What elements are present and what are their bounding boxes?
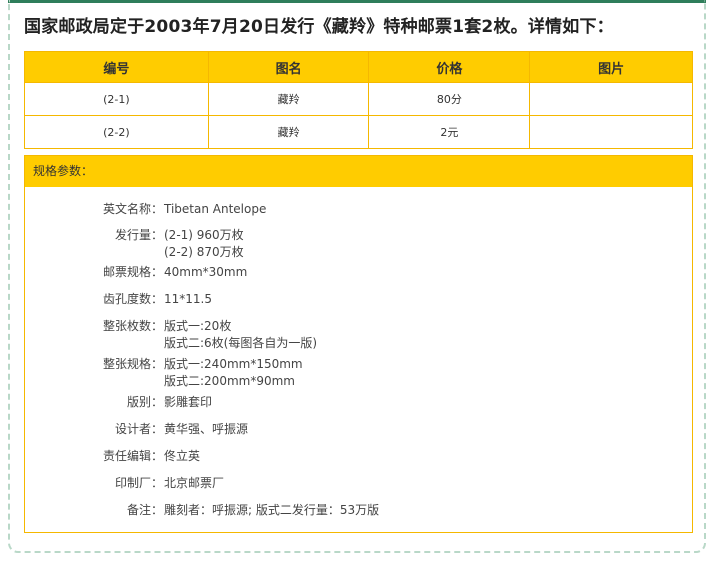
cell-price: 80分 [368,82,531,116]
spec-value: 影雕套印 [164,394,212,411]
col-header-number: 编号 [24,51,209,83]
spec-value: 佟立英 [164,448,200,465]
spec-value-line: 佟立英 [164,449,201,463]
cell-name: 藏羚 [207,82,370,116]
spec-value-line: 11*11.5 [164,292,212,306]
spec-label: 版别： [126,395,163,409]
spec-value-line: 影雕套印 [164,395,213,409]
spec-value-line: 北京邮票厂 [164,476,225,490]
spec-panel-title: 规格参数： [25,156,692,187]
spec-label: 整张枚数： [102,319,163,333]
spec-value: 版式一:240mm*150mm 版式二:200mm*90mm [164,356,303,390]
cell-name: 藏羚 [207,115,370,149]
spec-label: 发行量： [114,228,163,242]
spec-value: 版式一:20枚 版式二:6枚(每图各自为一版) [164,318,317,352]
spec-label: 英文名称： [102,202,163,216]
spec-panel: 规格参数： 英文名称： Tibetan Antelope 发行量： (2-1) … [24,155,693,533]
spec-value: 11*11.5 [164,291,212,308]
col-header-image: 图片 [529,51,693,83]
spec-value-line: 版式一:20枚 [164,319,232,333]
spec-value: 黄华强、呼振源 [164,421,248,438]
page-headline: 国家邮政局定于2003年7月20日发行《藏羚》特种邮票1套2枚。详情如下： [24,17,614,37]
table-row: (2-1) 藏羚 80分 [24,82,693,116]
col-header-price: 价格 [368,51,531,83]
spec-value-line: 雕刻者：呼振源; 版式二发行量：53万版 [164,503,380,517]
spec-value: 雕刻者：呼振源; 版式二发行量：53万版 [164,502,379,519]
spec-value-line: 40mm*30mm [164,265,248,279]
spec-label: 邮票规格： [102,265,163,279]
spec-label: 备注： [126,503,163,517]
spec-value: 北京邮票厂 [164,475,224,492]
spec-label: 印制厂： [114,476,163,490]
stamp-table: 编号 图名 价格 图片 (2-1) 藏羚 80分 (2-2) 藏羚 2元 [24,51,693,149]
spec-value-line: (2-2) 870万枚 [164,245,244,259]
spec-value-line: 版式二:6枚(每图各自为一版) [164,336,318,350]
spec-value: 40mm*30mm [164,264,247,281]
spec-label: 整张规格： [102,357,163,371]
cell-number: (2-2) [24,115,209,149]
cell-image [529,115,693,149]
spec-label: 齿孔度数： [102,292,163,306]
table-row: (2-2) 藏羚 2元 [24,115,693,149]
cell-image [529,82,693,116]
spec-value: Tibetan Antelope [164,201,266,218]
spec-value: (2-1) 960万枚 (2-2) 870万枚 [164,227,244,261]
spec-value-line: Tibetan Antelope [164,202,267,216]
spec-value-line: 版式一:240mm*150mm [164,357,303,371]
spec-label: 责任编辑： [102,449,163,463]
spec-label: 设计者： [114,422,163,436]
spec-value-line: 黄华强、呼振源 [164,422,249,436]
cell-price: 2元 [368,115,531,149]
table-header-row: 编号 图名 价格 图片 [24,51,693,83]
spec-value-line: (2-1) 960万枚 [164,228,244,242]
col-header-name: 图名 [207,51,370,83]
cell-number: (2-1) [24,82,209,116]
spec-value-line: 版式二:200mm*90mm [164,374,295,388]
